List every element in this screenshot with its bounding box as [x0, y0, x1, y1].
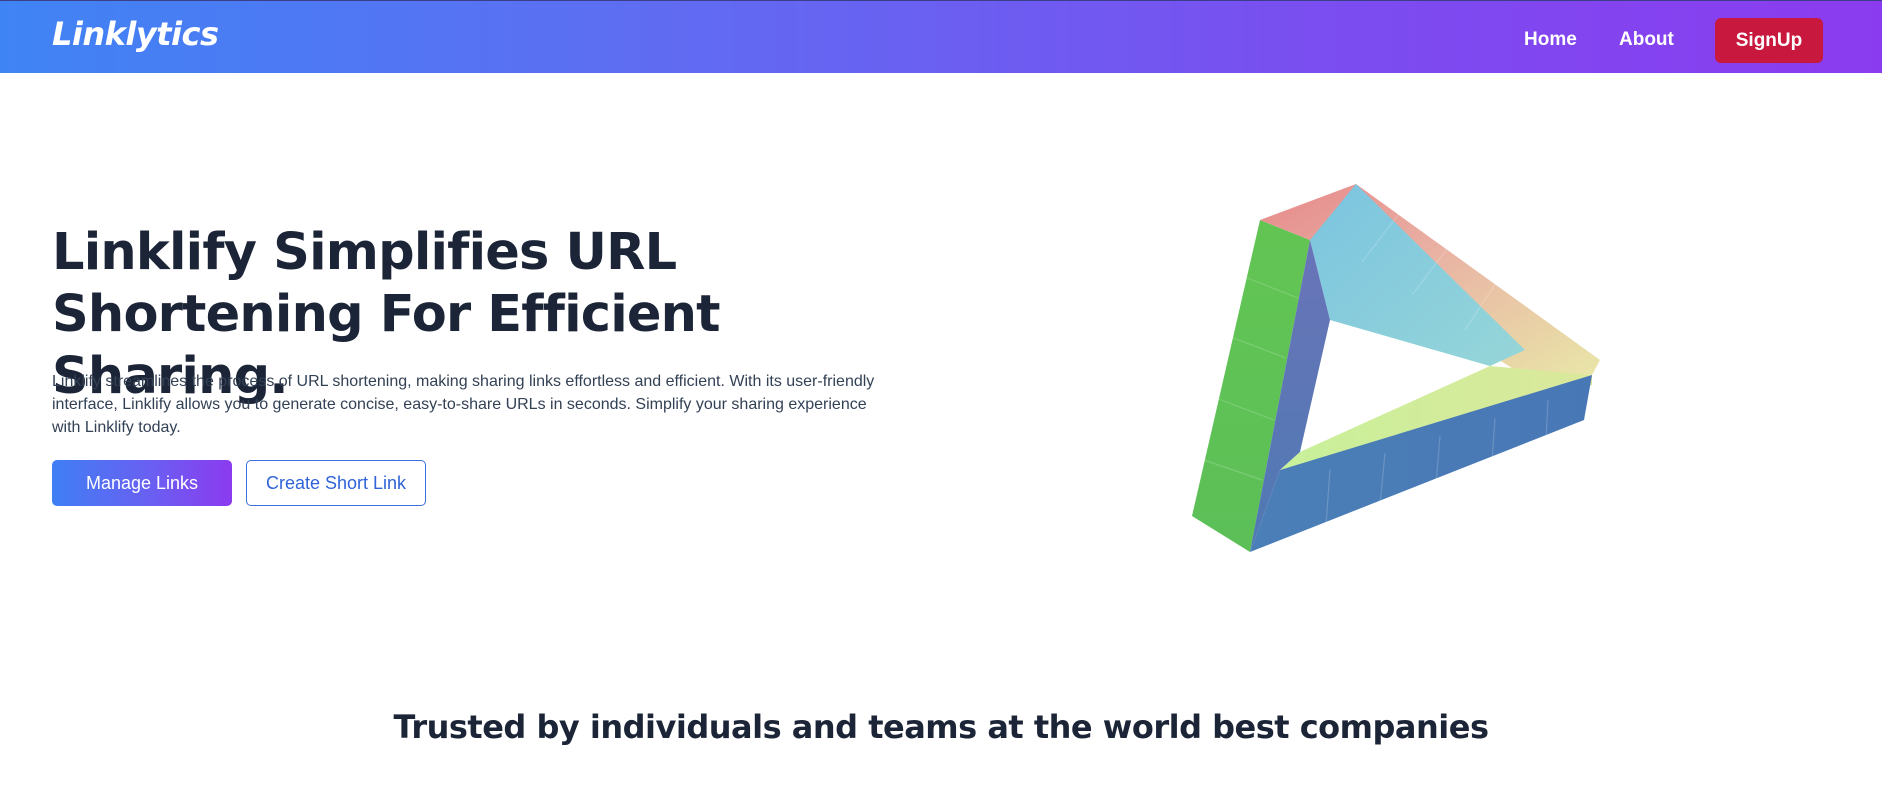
nav-link-home[interactable]: Home: [1524, 29, 1577, 51]
hero-description: Linklify streamlines the process of URL …: [52, 373, 875, 436]
top-navbar: Linklytics Home About SignUp: [0, 0, 1882, 73]
trusted-heading: Trusted by individuals and teams at the …: [393, 708, 1490, 746]
manage-links-button[interactable]: Manage Links: [52, 460, 232, 506]
nav-link-about[interactable]: About: [1619, 29, 1674, 51]
brand-logo[interactable]: Linklytics: [52, 15, 219, 53]
create-short-link-button[interactable]: Create Short Link: [246, 460, 426, 506]
impossible-triangle-icon: [1192, 184, 1600, 552]
signup-button[interactable]: SignUp: [1715, 18, 1823, 63]
